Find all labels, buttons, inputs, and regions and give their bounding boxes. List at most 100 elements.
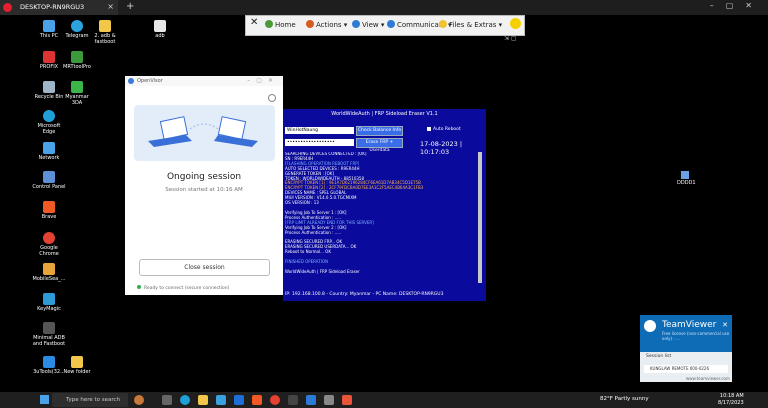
session-row[interactable]: KUNGLAW REMOTE 000-0226 bbox=[644, 365, 728, 373]
icon-label: MRTtoolPro bbox=[63, 64, 91, 70]
erase-frp-button[interactable]: Erase FRP + Userdata bbox=[356, 138, 403, 153]
connection-status: Ready to connect (secure connection) bbox=[137, 285, 229, 291]
auto-reboot-label: Auto Reboot bbox=[433, 127, 461, 132]
close-session-button[interactable]: Close session bbox=[139, 259, 270, 276]
weather-widget[interactable]: 82°F Partly sunny bbox=[600, 396, 649, 402]
view-label: View bbox=[362, 21, 379, 29]
terminal-icon[interactable] bbox=[288, 395, 298, 405]
close-tab-icon[interactable]: × bbox=[107, 2, 114, 11]
desktop-icon-brave[interactable]: Brave bbox=[32, 201, 66, 220]
teamviewer-logo-icon bbox=[644, 320, 656, 332]
icon-label: This PC bbox=[39, 33, 59, 39]
home-icon bbox=[265, 20, 273, 28]
teamviewer-icon[interactable] bbox=[306, 395, 316, 405]
app-icon[interactable] bbox=[324, 395, 334, 405]
task-view-icon[interactable] bbox=[162, 395, 172, 405]
mobilesea-icon bbox=[43, 263, 55, 275]
license-note: Free license (non-commercial use only) -… bbox=[662, 331, 730, 341]
desktop-icon-mobilesea[interactable]: MobileSea_... bbox=[32, 263, 66, 282]
app-icon[interactable] bbox=[342, 395, 352, 405]
search-highlight-icon[interactable] bbox=[134, 395, 144, 405]
desktop-icon-chrome[interactable]: Google Chrome bbox=[32, 232, 66, 257]
files-extras-menu[interactable]: Files & Extras ▾ bbox=[439, 20, 502, 29]
icon-label: New folder bbox=[63, 369, 91, 375]
browser-tab[interactable]: DESKTOP-RN9RGU3 × bbox=[0, 0, 118, 15]
3utools-icon bbox=[43, 356, 55, 368]
tab-title: DESKTOP-RN9RGU3 bbox=[20, 3, 85, 11]
monitor-icon bbox=[681, 171, 689, 179]
window-controls[interactable]: –▢✕ bbox=[247, 77, 279, 84]
window-controls[interactable]: –▢✕ bbox=[710, 1, 764, 10]
profix-icon bbox=[43, 51, 55, 63]
computer-icon bbox=[43, 20, 55, 32]
windows-start-icon[interactable] bbox=[40, 395, 49, 404]
username-field[interactable]: WinHotNaung bbox=[285, 127, 354, 134]
system-clock[interactable]: 10:18 AM 8/17/2023 bbox=[718, 393, 744, 407]
icon-label: Minimal ADB and Fastboot bbox=[32, 335, 66, 347]
keymagic-icon bbox=[43, 293, 55, 305]
recycle-bin-icon bbox=[43, 81, 55, 93]
icon-label: Myanmar 3DA bbox=[65, 94, 89, 106]
clock-time: 10:18 AM bbox=[719, 393, 744, 399]
home-button[interactable]: Home bbox=[265, 20, 296, 29]
folder-icon bbox=[71, 356, 83, 368]
remote-app-logo-icon bbox=[3, 3, 12, 12]
gear-icon[interactable] bbox=[268, 94, 276, 102]
openvisor-window: OpenVisor –▢✕ Ongoing session Session st… bbox=[125, 76, 283, 295]
desktop-icon-minimal-adb[interactable]: Minimal ADB and Fastboot bbox=[32, 322, 66, 347]
view-menu[interactable]: View ▾ bbox=[352, 20, 384, 29]
log-line: WorldWideAuth | FRP Sideload Eraser bbox=[285, 268, 360, 274]
log-scrollbar[interactable] bbox=[478, 152, 482, 283]
icon-label: Google Chrome bbox=[39, 245, 59, 257]
laptops-illustration bbox=[134, 105, 275, 161]
network-icon bbox=[43, 142, 55, 154]
desktop-icon-adb-fastboot[interactable]: 2. adb & fastboot bbox=[88, 20, 122, 45]
teamviewer-url[interactable]: www.teamviewer.com bbox=[686, 376, 730, 381]
smiley-icon[interactable] bbox=[510, 18, 521, 29]
terminal-icon bbox=[43, 322, 55, 334]
new-tab-button[interactable]: + bbox=[126, 1, 134, 12]
close-icon[interactable]: ✕ bbox=[250, 17, 258, 28]
desktop-icon-adb[interactable]: adb bbox=[143, 20, 177, 39]
brave-icon[interactable] bbox=[252, 395, 262, 405]
mrt-icon bbox=[71, 51, 83, 63]
desktop-icon-edge[interactable]: Microsoft Edge bbox=[32, 110, 66, 135]
icon-label: Microsoft Edge bbox=[37, 123, 61, 135]
check-balance-button[interactable]: Check Balance Info bbox=[356, 126, 403, 136]
store-icon[interactable] bbox=[216, 395, 226, 405]
footer-info: IP: 192.168.100.8 - Country: Myanmar - P… bbox=[285, 292, 444, 297]
desktop-icon-mrttoolpro[interactable]: MRTtoolPro bbox=[60, 51, 94, 70]
window-title: OpenVisor bbox=[137, 78, 163, 84]
toolbar-pin-icon[interactable]: ⇲ ▢ bbox=[504, 35, 517, 42]
chrome-icon[interactable] bbox=[270, 395, 280, 405]
taskbar-search[interactable]: Type here to search bbox=[52, 393, 128, 407]
close-icon[interactable]: ✕ bbox=[722, 321, 728, 329]
actions-menu[interactable]: Actions ▾ bbox=[306, 20, 347, 29]
desktop-icon-myanmar3da[interactable]: Myanmar 3DA bbox=[60, 81, 94, 106]
auto-reboot-checkbox[interactable]: Auto Reboot bbox=[427, 127, 461, 132]
folder-icon bbox=[99, 20, 111, 32]
icon-label: DDDD1 bbox=[677, 180, 696, 186]
brave-icon bbox=[43, 201, 55, 213]
icon-label: KeyMagic bbox=[37, 306, 61, 312]
desktop-icon-new-folder[interactable]: New folder bbox=[60, 356, 94, 375]
edge-icon[interactable] bbox=[180, 395, 190, 405]
file-explorer-icon[interactable] bbox=[198, 395, 208, 405]
remote-device-icon[interactable]: DDDD1 bbox=[677, 171, 696, 186]
desktop-icon-keymagic[interactable]: KeyMagic bbox=[32, 293, 66, 312]
mail-icon[interactable] bbox=[234, 395, 244, 405]
icon-label: Brave bbox=[41, 214, 57, 220]
password-field[interactable]: •••••••••••••••••• bbox=[285, 139, 354, 146]
openvisor-logo-icon bbox=[128, 78, 134, 84]
icon-label: MobileSea_... bbox=[32, 276, 66, 282]
myanmar-icon bbox=[71, 81, 83, 93]
control-panel-icon bbox=[43, 171, 55, 183]
search-placeholder: Type here to search bbox=[66, 397, 121, 403]
actions-label: Actions bbox=[316, 21, 342, 29]
desktop-icon-control-panel[interactable]: Control Panel bbox=[32, 171, 66, 190]
taskbar: Type here to search 82°F Partly sunny 10… bbox=[0, 392, 768, 408]
edge-icon bbox=[43, 110, 55, 122]
window-title: WorldWideAuth | FRP Sideload Eraser V1.1 bbox=[331, 111, 438, 117]
teamviewer-brand: TeamViewer bbox=[662, 320, 717, 330]
desktop-icon-network[interactable]: Network bbox=[32, 142, 66, 161]
